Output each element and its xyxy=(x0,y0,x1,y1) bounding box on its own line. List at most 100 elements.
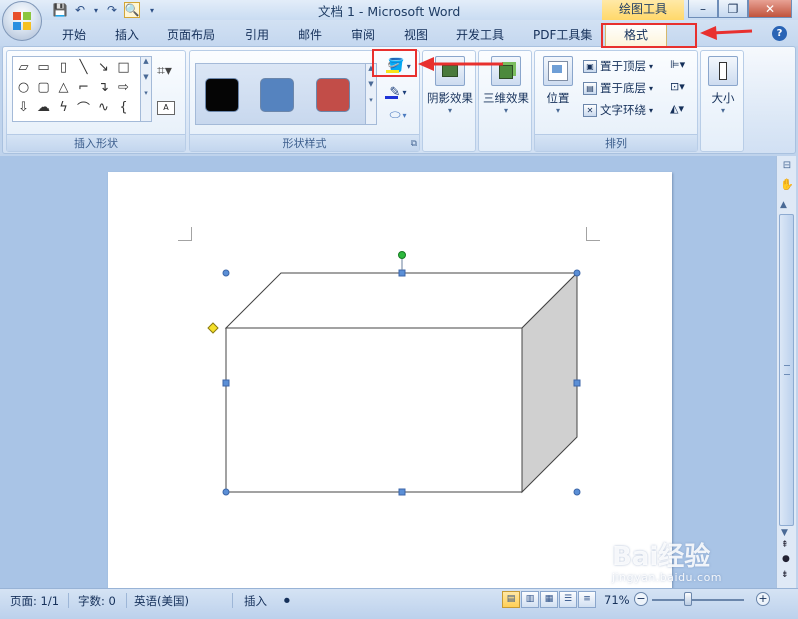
text-wrapping-button[interactable]: ✕ 文字环绕 ▾ xyxy=(583,102,653,118)
size-button[interactable]: 大小 ▾ xyxy=(697,56,749,115)
undo-icon[interactable]: ↶ xyxy=(72,2,88,18)
align-icon[interactable]: ⊫▾ xyxy=(670,58,690,71)
status-mode[interactable]: 插入 xyxy=(244,593,267,609)
change-shape-button[interactable]: ⬭ ▾ xyxy=(383,106,413,124)
ruler-toggle-icon[interactable]: ⊟ xyxy=(780,160,794,174)
curve-shape-icon[interactable]: ∿ xyxy=(95,99,112,116)
vertical-scrollbar[interactable]: ⊟ ✋ ▲ ▼ ⇞ ● ⇟ xyxy=(776,156,796,588)
draft-view-icon[interactable]: ≡ xyxy=(578,591,596,608)
line-shape-icon[interactable]: ╲ xyxy=(75,59,92,76)
tab-review[interactable]: 审阅 xyxy=(351,26,375,43)
arc-shape-icon[interactable]: ⌒ xyxy=(75,99,92,117)
crop-mark-top-left xyxy=(178,227,192,241)
scroll-up-icon[interactable]: ▲ xyxy=(780,200,787,210)
help-icon[interactable]: ? xyxy=(772,26,787,41)
brace-shape-icon[interactable]: { xyxy=(115,99,132,116)
elbow-arrow-shape-icon[interactable]: ↴ xyxy=(95,79,112,96)
previous-page-icon[interactable]: ⇞ xyxy=(781,540,789,550)
zoom-level[interactable]: 71% xyxy=(604,593,630,607)
next-page-icon[interactable]: ⇟ xyxy=(781,570,789,580)
size-dropdown-icon: ▾ xyxy=(720,106,725,115)
rectangle-shape-icon[interactable]: □ xyxy=(115,59,132,76)
minimize-button[interactable]: – xyxy=(688,0,718,18)
triangle-shape-icon[interactable]: △ xyxy=(55,79,72,96)
position-button[interactable]: 位置 ▾ xyxy=(535,56,581,115)
draw-textbox-icon[interactable]: A xyxy=(157,101,175,115)
shape-styles-launcher-icon[interactable]: ⧉ xyxy=(411,139,417,149)
tab-home[interactable]: 开始 xyxy=(62,26,86,43)
three-d-effects-button[interactable]: 三维效果 ▾ xyxy=(480,56,532,115)
rotate-icon[interactable]: ◭▾ xyxy=(670,102,690,115)
redo-icon[interactable]: ↷ xyxy=(104,2,120,18)
tab-pdf-tools[interactable]: PDF工具集 xyxy=(533,26,592,43)
shapes-gallery[interactable]: ▱ ▭ ▯ ╲ ↘ □ ○ ▢ △ ⌐ ↴ ⇨ ⇩ ☁ ϟ ⌒ ∿ {▲ ▼ … xyxy=(12,56,152,122)
tab-developer[interactable]: 开发工具 xyxy=(456,26,504,43)
send-to-back-button[interactable]: ▤ 置于底层 ▾ xyxy=(583,80,653,96)
bring-to-front-label: 置于顶层 xyxy=(600,59,646,73)
zoom-slider-track[interactable] xyxy=(652,599,744,601)
scroll-down-icon[interactable]: ▼ xyxy=(781,528,788,538)
bring-to-front-button[interactable]: ▣ 置于顶层 ▾ xyxy=(583,58,653,74)
undo-dropdown-icon[interactable]: ▾ xyxy=(92,2,100,18)
style-swatch-red[interactable] xyxy=(316,78,350,112)
three-d-effects-group: 三维效果 ▾ xyxy=(478,50,532,152)
shadow-effects-dropdown-icon: ▾ xyxy=(447,106,452,115)
tab-references[interactable]: 引用 xyxy=(245,26,269,43)
status-bar: 页面: 1/1 字数: 0 英语(美国) 插入 ⏺ ▤ ▥ ▦ ☰ ≡ 71% … xyxy=(0,588,798,619)
outline-view-icon[interactable]: ☰ xyxy=(559,591,577,608)
style-swatch-black[interactable] xyxy=(205,78,239,112)
full-screen-reading-icon[interactable]: ▥ xyxy=(521,591,539,608)
rounded-rectangle-shape-icon[interactable]: ▢ xyxy=(35,79,52,96)
print-preview-icon[interactable]: 🔍 xyxy=(124,2,140,18)
tab-page-layout[interactable]: 页面布局 xyxy=(167,26,215,43)
lightning-shape-icon[interactable]: ϟ xyxy=(55,99,72,116)
highlight-fill-frame xyxy=(372,49,417,77)
scroll-thumb[interactable] xyxy=(779,214,794,526)
position-dropdown-icon: ▾ xyxy=(555,106,560,115)
cloud-shape-icon[interactable]: ☁ xyxy=(35,99,52,116)
tab-insert[interactable]: 插入 xyxy=(115,26,139,43)
crop-mark-top-right xyxy=(586,227,600,241)
arrange-label: 排列 xyxy=(535,134,697,151)
baidu-jingyan-watermark: Bai经验 jingyan.baidu.com xyxy=(612,536,752,584)
customize-qat-icon[interactable]: ▾ xyxy=(144,2,160,18)
macro-record-icon[interactable]: ⏺ xyxy=(284,593,290,608)
close-button[interactable]: ✕ xyxy=(748,0,792,18)
print-layout-icon[interactable]: ▤ xyxy=(502,591,520,608)
three-d-effects-label: 三维效果 xyxy=(483,91,529,105)
select-browse-object-icon[interactable]: ● xyxy=(782,554,790,564)
cube-shape-icon[interactable]: ▱ xyxy=(15,59,32,76)
down-arrow-shape-icon[interactable]: ⇩ xyxy=(15,99,32,116)
save-icon[interactable]: 💾 xyxy=(52,2,68,18)
shadow-effects-icon xyxy=(435,56,465,86)
three-d-effects-dropdown-icon: ▾ xyxy=(503,106,508,115)
shapes-gallery-scroll[interactable]: ▲ ▼ ▾ xyxy=(140,57,151,121)
group-icon[interactable]: ⊡▾ xyxy=(670,80,690,93)
oval-shape-icon[interactable]: ○ xyxy=(15,79,32,96)
status-page[interactable]: 页面: 1/1 xyxy=(10,593,59,609)
office-button[interactable] xyxy=(2,1,42,41)
status-language[interactable]: 英语(美国) xyxy=(134,593,189,609)
zoom-out-icon[interactable]: − xyxy=(634,592,648,606)
web-layout-icon[interactable]: ▦ xyxy=(540,591,558,608)
hand-icon[interactable]: ✋ xyxy=(780,178,794,192)
elbow-connector-shape-icon[interactable]: ⌐ xyxy=(75,79,92,96)
tab-view[interactable]: 视图 xyxy=(404,26,428,43)
shadow-effects-group: 阴影效果 ▾ xyxy=(422,50,476,152)
vertical-textbox-shape-icon[interactable]: ▯ xyxy=(55,59,72,76)
restore-button[interactable]: ❐ xyxy=(718,0,748,18)
tab-mailings[interactable]: 邮件 xyxy=(298,26,322,43)
right-arrow-shape-icon[interactable]: ⇨ xyxy=(115,79,132,96)
title-bar: 💾 ↶ ▾ ↷ 🔍 ▾ 文档 1 - Microsoft Word 绘图工具 –… xyxy=(0,0,798,20)
arrow-line-shape-icon[interactable]: ↘ xyxy=(95,59,112,76)
scroll-grip-icon xyxy=(784,365,790,375)
edit-shape-icon[interactable]: ⌗▾ xyxy=(157,63,172,79)
zoom-slider-thumb[interactable] xyxy=(684,592,692,606)
zoom-in-icon[interactable]: + xyxy=(756,592,770,606)
style-swatch-blue[interactable] xyxy=(260,78,294,112)
shadow-effects-button[interactable]: 阴影效果 ▾ xyxy=(424,56,476,115)
quick-access-toolbar: 💾 ↶ ▾ ↷ 🔍 ▾ xyxy=(52,2,160,18)
size-group: 大小 ▾ xyxy=(700,50,744,152)
textbox-shape-icon[interactable]: ▭ xyxy=(35,59,52,76)
status-words[interactable]: 字数: 0 xyxy=(78,593,116,609)
